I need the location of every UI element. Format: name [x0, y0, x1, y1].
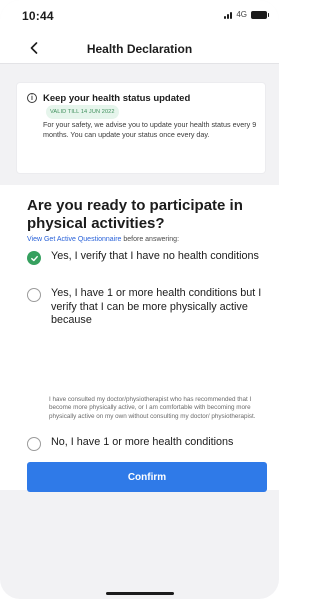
confirm-button[interactable]: Confirm: [27, 462, 267, 492]
option-conditions-but-active[interactable]: Yes, I have 1 or more health conditions …: [27, 287, 277, 331]
option-has-health-conditions[interactable]: No, I have 1 or more health conditions: [27, 436, 277, 452]
phone-screen: 10:44 4G Health Declaration i Keep your …: [0, 0, 279, 599]
status-bar: 10:44 4G: [0, 0, 279, 34]
status-icons: 4G: [224, 10, 269, 19]
questionnaire-hint: View Get Active Questionnaire before ans…: [27, 236, 277, 243]
option-no-health-conditions[interactable]: Yes, I verify that I have no health cond…: [27, 250, 277, 280]
option-description: I have consulted my doctor/physiotherapi…: [49, 396, 256, 420]
home-indicator: [106, 592, 174, 595]
questionnaire-link[interactable]: View Get Active Questionnaire: [27, 236, 121, 243]
info-title-text: Keep your health status updated: [43, 93, 191, 104]
info-card-body: For your safety, we advise you to update…: [43, 120, 257, 139]
option-label: Yes, I have 1 or more health conditions …: [51, 287, 262, 326]
info-card-title: Keep your health status updated VALID TI…: [43, 93, 258, 119]
status-time: 10:44: [22, 9, 54, 23]
radio-selected[interactable]: [27, 251, 41, 265]
nav-bar: Health Declaration: [0, 34, 279, 64]
info-icon: i: [27, 93, 37, 103]
checkmark-icon: [30, 255, 38, 261]
health-status-card: i Keep your health status updated VALID …: [17, 83, 265, 173]
radio-unselected[interactable]: [27, 437, 41, 451]
network-type: 4G: [236, 10, 247, 19]
validity-badge: VALID TILL 14 JUN 2022: [46, 105, 119, 119]
questionnaire-hint-suffix: before answering:: [121, 236, 180, 243]
question-title: Are you ready to participate in physical…: [27, 197, 243, 232]
radio-unselected[interactable]: [27, 288, 41, 302]
signal-icon: [224, 11, 233, 19]
page-title: Health Declaration: [86, 42, 193, 56]
option-label: No, I have 1 or more health conditions: [51, 436, 234, 448]
option-label: Yes, I verify that I have no health cond…: [51, 250, 259, 262]
battery-icon: [251, 10, 269, 19]
